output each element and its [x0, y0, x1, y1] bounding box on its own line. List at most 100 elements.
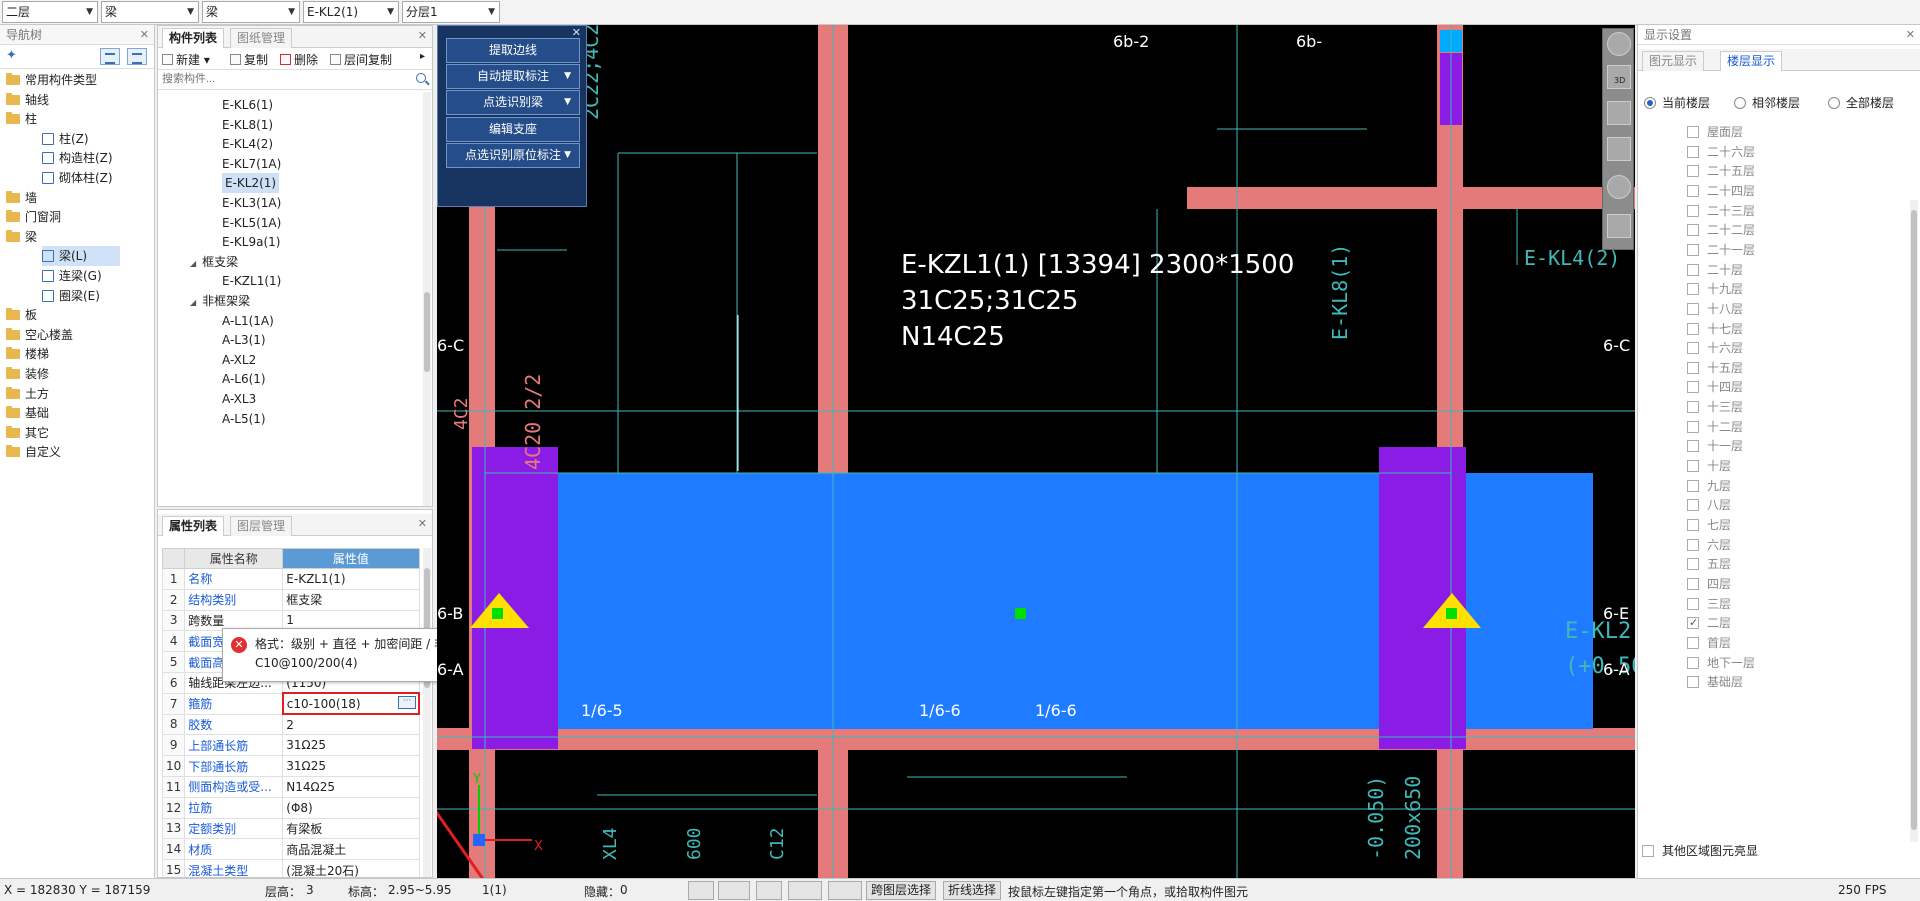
layer-select[interactable]: 分层1 ▼ [402, 1, 500, 23]
cad-annotation[interactable]: -0.050) [1364, 776, 1388, 860]
property-row[interactable]: 7 箍筋 c10-100(18) ··· [161, 692, 421, 716]
floor-item[interactable]: 二十五层 [1687, 162, 1755, 180]
close-icon[interactable]: ✕ [140, 25, 149, 45]
floor-mode-radio[interactable]: 当前楼层 [1644, 94, 1710, 111]
tool-button[interactable]: 提取边线 [446, 38, 580, 63]
cad-annotation[interactable]: E-KL8(1) [1328, 244, 1352, 340]
component-group[interactable]: ◢ 框支梁 [190, 252, 238, 272]
cad-annotation[interactable]: 4C2 [451, 397, 472, 430]
floor-item[interactable]: 三层 [1687, 595, 1731, 613]
tool-button[interactable]: 点选识别梁 ▼ [446, 90, 580, 116]
property-value[interactable]: E-KZL1(1) [282, 568, 420, 590]
floor-item[interactable]: 二十三层 [1687, 202, 1755, 220]
component-item[interactable]: E-KL2(1) [222, 173, 280, 194]
floor-checkbox[interactable] [1687, 420, 1699, 433]
cad-annotation[interactable]: C12 [767, 827, 788, 860]
floor-checkbox[interactable] [1687, 519, 1699, 531]
cad-annotation[interactable]: 600 [684, 827, 705, 860]
property-value[interactable]: 2 [282, 713, 420, 736]
cross-icon[interactable] [756, 881, 782, 900]
component-group[interactable]: ◢ 非框架梁 [190, 291, 250, 311]
component-item[interactable]: A-L6(1) [222, 369, 266, 389]
component-select[interactable]: E-KL2(1) ▼ [303, 1, 399, 23]
floor-checkbox[interactable] [1687, 460, 1699, 473]
close-icon[interactable]: ✕ [418, 517, 427, 530]
3d-view-icon[interactable]: 3D [1607, 65, 1631, 89]
cad-annotation[interactable]: XL4 [600, 827, 621, 860]
collapse-icon[interactable]: ◢ [190, 293, 196, 313]
floor-checkbox[interactable] [1687, 676, 1699, 689]
tool-button[interactable]: 自动提取标注 ▼ [446, 64, 580, 90]
floor-mode-radio[interactable]: 相邻楼层 [1734, 94, 1800, 111]
property-value[interactable]: 框支梁 [282, 588, 420, 611]
tab-floor-display[interactable]: 楼层显示 [1720, 51, 1783, 71]
collapse-icon[interactable]: ◢ [190, 254, 196, 274]
nav-item[interactable]: 其它 [6, 423, 49, 443]
component-item[interactable]: E-KL6(1) [222, 95, 273, 115]
pin-icon[interactable]: ✦ [6, 48, 17, 63]
tab-layer-manager[interactable]: 图层管理 [230, 516, 293, 536]
component-item[interactable]: E-KL4(2) [222, 134, 273, 154]
floor-scrollbar-thumb[interactable] [1911, 210, 1917, 830]
other-area-check[interactable] [1642, 845, 1654, 857]
cube-view-icon[interactable] [1607, 101, 1631, 125]
cad-annotation[interactable]: 200x650 [1401, 776, 1425, 860]
floor-item[interactable]: 屋面层 [1687, 123, 1743, 141]
radio-icon[interactable] [1734, 97, 1746, 109]
component-item[interactable]: E-KL7(1A) [222, 154, 281, 174]
floor-item[interactable]: 十一层 [1687, 437, 1743, 455]
stirrup-value-input[interactable]: c10-100(18) ··· [281, 692, 421, 716]
floor-item[interactable]: 二十六层 [1687, 143, 1755, 161]
floor-checkbox[interactable] [1687, 636, 1699, 649]
floor-checkbox[interactable] [1687, 558, 1699, 571]
property-row[interactable]: 14 材质 商品混凝土 [161, 838, 420, 861]
more-icon[interactable]: ▸ [420, 51, 425, 62]
nav-item[interactable]: 空心楼盖 [6, 325, 73, 345]
dimension-icon[interactable] [828, 881, 862, 900]
floor-item[interactable]: 首层 [1687, 634, 1731, 652]
component-item[interactable]: A-L5(1) [222, 409, 266, 429]
tool-button[interactable]: 编辑支座 [446, 116, 580, 142]
nav-item[interactable]: 构造柱(Z) [42, 148, 120, 168]
property-value[interactable]: (混凝土20石) [282, 859, 420, 877]
floor-checkbox[interactable] [1687, 283, 1699, 296]
component-item[interactable]: E-KZL1(1) [222, 271, 281, 291]
snap-icon[interactable] [718, 881, 750, 900]
property-value[interactable]: 有梁板 [282, 817, 420, 840]
nav-item[interactable]: 装修 [6, 364, 49, 384]
property-row[interactable]: 13 定额类别 有梁板 [161, 817, 420, 840]
nav-item[interactable]: 轴线 [6, 90, 49, 110]
floor-checkbox[interactable] [1687, 361, 1699, 374]
tab-drawing-manager[interactable]: 图纸管理 [230, 28, 293, 48]
floor-checkbox[interactable] [1687, 499, 1699, 512]
floor-checkbox[interactable] [1687, 577, 1699, 590]
floor-checkbox[interactable] [1687, 145, 1699, 158]
floor-checkbox[interactable] [1687, 224, 1699, 237]
property-value[interactable]: 31Ω25 [282, 734, 420, 757]
nav-item[interactable]: 柱(Z) [42, 129, 120, 149]
nav-item[interactable]: 板 [6, 305, 37, 325]
floor-checkbox[interactable] [1687, 440, 1699, 453]
floor-item[interactable]: 十六层 [1687, 339, 1743, 357]
floor-copy-button[interactable]: 层间复制 [330, 51, 392, 68]
floor-item[interactable]: 六层 [1687, 536, 1731, 554]
floor-checkbox[interactable] [1687, 263, 1699, 276]
new-button[interactable]: 新建 ▾ [162, 51, 210, 68]
nav-item[interactable]: 墙 [6, 188, 37, 208]
grid-view-icon[interactable] [1607, 214, 1631, 238]
floor-checkbox[interactable] [1687, 381, 1699, 394]
component-search-input[interactable] [158, 70, 408, 88]
floor-item[interactable]: 二十四层 [1687, 182, 1755, 200]
floor-item[interactable]: 十三层 [1687, 398, 1743, 416]
beam-horizontal[interactable] [1187, 187, 1635, 209]
floor-item[interactable]: 基础层 [1687, 673, 1743, 691]
nav-item[interactable]: 常用构件类型 [6, 70, 97, 90]
nav-item[interactable]: 梁(L) [42, 246, 120, 267]
polyline-select-button[interactable]: 折线选择 [943, 881, 1002, 900]
grip-center[interactable] [1015, 608, 1026, 619]
radio-icon[interactable] [1828, 97, 1840, 109]
floor-checkbox[interactable] [1687, 165, 1699, 178]
component-item[interactable]: A-XL2 [222, 350, 256, 370]
tab-component-list[interactable]: 构件列表 [162, 28, 225, 48]
copy-button[interactable]: 复制 [230, 51, 268, 68]
